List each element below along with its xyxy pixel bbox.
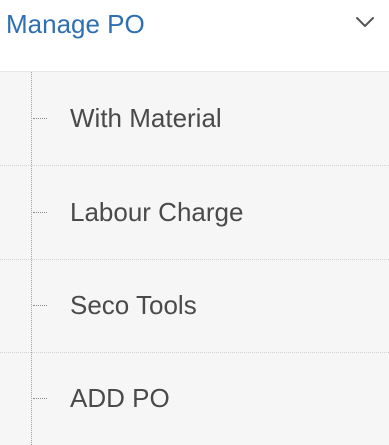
- tree-connector: [33, 118, 47, 119]
- chevron-down-icon[interactable]: [355, 15, 375, 29]
- submenu-item-label: With Material: [70, 103, 222, 133]
- tree-connector: [33, 212, 47, 213]
- submenu-item-add-po[interactable]: ADD PO: [0, 352, 389, 445]
- manage-po-menu: Manage PO With Material Labour Charge Se…: [0, 0, 389, 445]
- submenu-item-label: Labour Charge: [70, 197, 244, 227]
- submenu-item-labour-charge[interactable]: Labour Charge: [0, 166, 389, 260]
- menu-title: Manage PO: [6, 9, 145, 39]
- tree-connector: [33, 305, 47, 306]
- submenu-item-label: ADD PO: [70, 383, 170, 413]
- submenu-item-label: Seco Tools: [70, 290, 197, 320]
- tree-connector: [33, 398, 47, 399]
- submenu-item-with-material[interactable]: With Material: [0, 72, 389, 166]
- submenu-item-seco-tools[interactable]: Seco Tools: [0, 259, 389, 353]
- manage-po-menu-header[interactable]: Manage PO: [0, 0, 389, 72]
